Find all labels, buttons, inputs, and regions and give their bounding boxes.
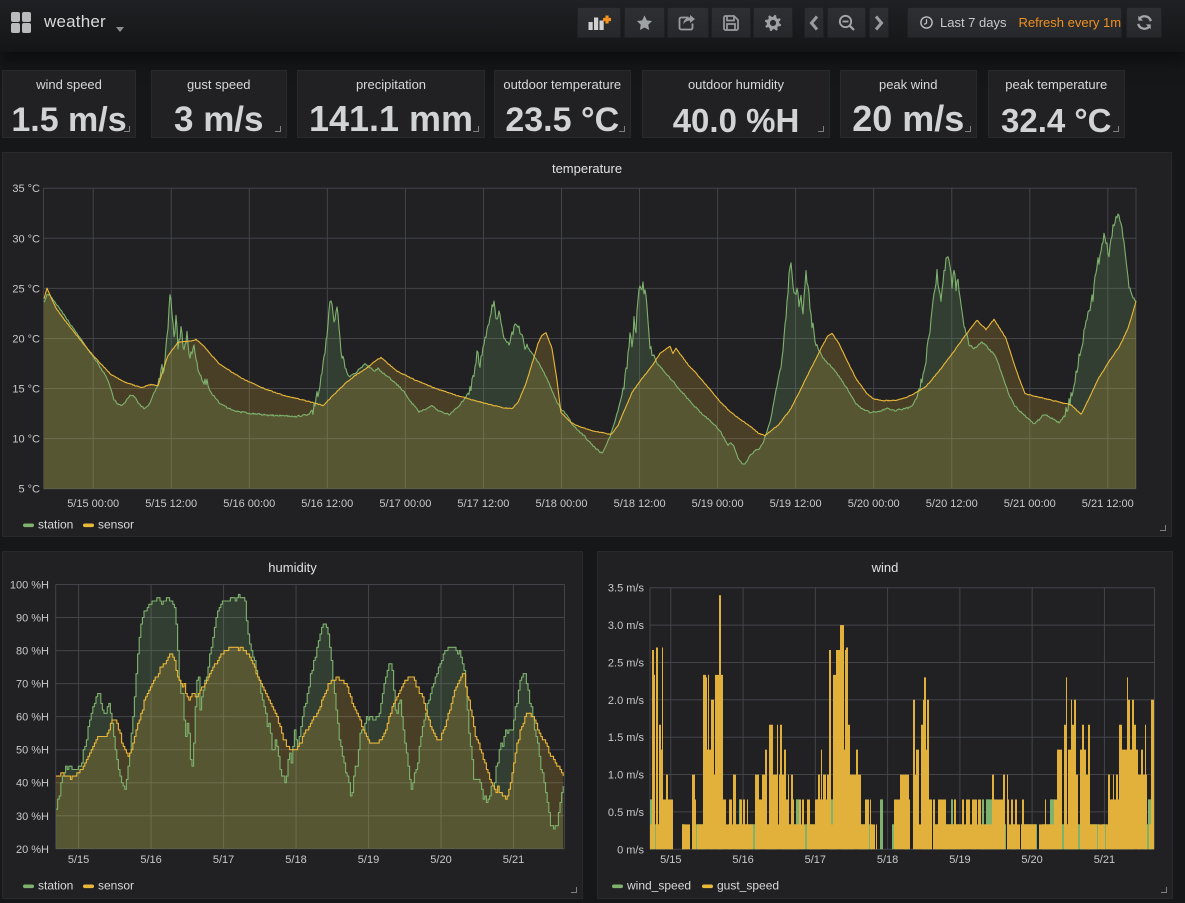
svg-text:0.5 m/s: 0.5 m/s <box>608 807 645 819</box>
svg-text:5/21 12:00: 5/21 12:00 <box>1082 498 1134 510</box>
svg-text:5/16 12:00: 5/16 12:00 <box>301 498 353 510</box>
svg-text:10 °C: 10 °C <box>12 434 40 446</box>
svg-text:5/15: 5/15 <box>68 854 89 866</box>
svg-text:3.0 m/s: 3.0 m/s <box>608 620 645 632</box>
svg-text:5/21 00:00: 5/21 00:00 <box>1004 498 1056 510</box>
svg-text:5/18 00:00: 5/18 00:00 <box>536 498 588 510</box>
svg-text:5/19 12:00: 5/19 12:00 <box>770 498 822 510</box>
svg-text:30 %H: 30 %H <box>16 811 49 823</box>
svg-text:5/18: 5/18 <box>877 854 898 866</box>
svg-text:station: station <box>38 879 73 893</box>
svg-text:3.5 m/s: 3.5 m/s <box>608 583 645 595</box>
svg-text:5/20 00:00: 5/20 00:00 <box>848 498 900 510</box>
svg-text:60 %H: 60 %H <box>16 712 49 724</box>
svg-text:80 %H: 80 %H <box>16 646 49 658</box>
svg-text:15 °C: 15 °C <box>12 384 40 396</box>
svg-text:40 %H: 40 %H <box>16 778 49 790</box>
svg-text:5/20: 5/20 <box>430 854 451 866</box>
svg-text:5/17 00:00: 5/17 00:00 <box>379 498 431 510</box>
svg-text:5/15 00:00: 5/15 00:00 <box>67 498 119 510</box>
svg-text:5/16 00:00: 5/16 00:00 <box>223 498 275 510</box>
svg-text:5/17: 5/17 <box>805 854 826 866</box>
svg-text:20 °C: 20 °C <box>12 333 40 345</box>
svg-text:100 %H: 100 %H <box>10 580 49 592</box>
svg-text:0 m/s: 0 m/s <box>617 844 644 856</box>
svg-text:25 °C: 25 °C <box>12 283 40 295</box>
svg-text:5/20: 5/20 <box>1021 854 1042 866</box>
svg-text:5/17: 5/17 <box>213 854 234 866</box>
svg-text:5/20 12:00: 5/20 12:00 <box>926 498 978 510</box>
svg-text:5/15: 5/15 <box>660 854 681 866</box>
svg-text:5/18: 5/18 <box>285 854 306 866</box>
svg-text:5/16: 5/16 <box>140 854 161 866</box>
svg-text:sensor: sensor <box>98 518 134 532</box>
svg-text:station: station <box>38 518 73 532</box>
svg-text:1.0 m/s: 1.0 m/s <box>608 770 645 782</box>
svg-text:50 %H: 50 %H <box>16 745 49 757</box>
svg-text:5 °C: 5 °C <box>18 484 40 496</box>
svg-text:5/18 12:00: 5/18 12:00 <box>614 498 666 510</box>
svg-text:5/21: 5/21 <box>503 854 524 866</box>
svg-text:1.5 m/s: 1.5 m/s <box>608 732 645 744</box>
svg-text:5/19: 5/19 <box>949 854 970 866</box>
svg-text:5/21: 5/21 <box>1094 854 1115 866</box>
svg-text:5/15 12:00: 5/15 12:00 <box>145 498 197 510</box>
svg-text:5/17 12:00: 5/17 12:00 <box>457 498 509 510</box>
svg-text:70 %H: 70 %H <box>16 679 49 691</box>
svg-text:30 °C: 30 °C <box>12 233 40 245</box>
svg-text:2.5 m/s: 2.5 m/s <box>608 657 645 669</box>
svg-text:20 %H: 20 %H <box>16 844 49 856</box>
svg-text:wind_speed: wind_speed <box>626 879 691 893</box>
svg-text:5/19 00:00: 5/19 00:00 <box>692 498 744 510</box>
svg-text:90 %H: 90 %H <box>16 613 49 625</box>
svg-text:sensor: sensor <box>98 879 134 893</box>
svg-text:2.0 m/s: 2.0 m/s <box>608 695 645 707</box>
svg-text:5/16: 5/16 <box>732 854 753 866</box>
svg-text:5/19: 5/19 <box>358 854 379 866</box>
svg-text:gust_speed: gust_speed <box>717 879 779 893</box>
svg-text:35 °C: 35 °C <box>12 183 40 195</box>
